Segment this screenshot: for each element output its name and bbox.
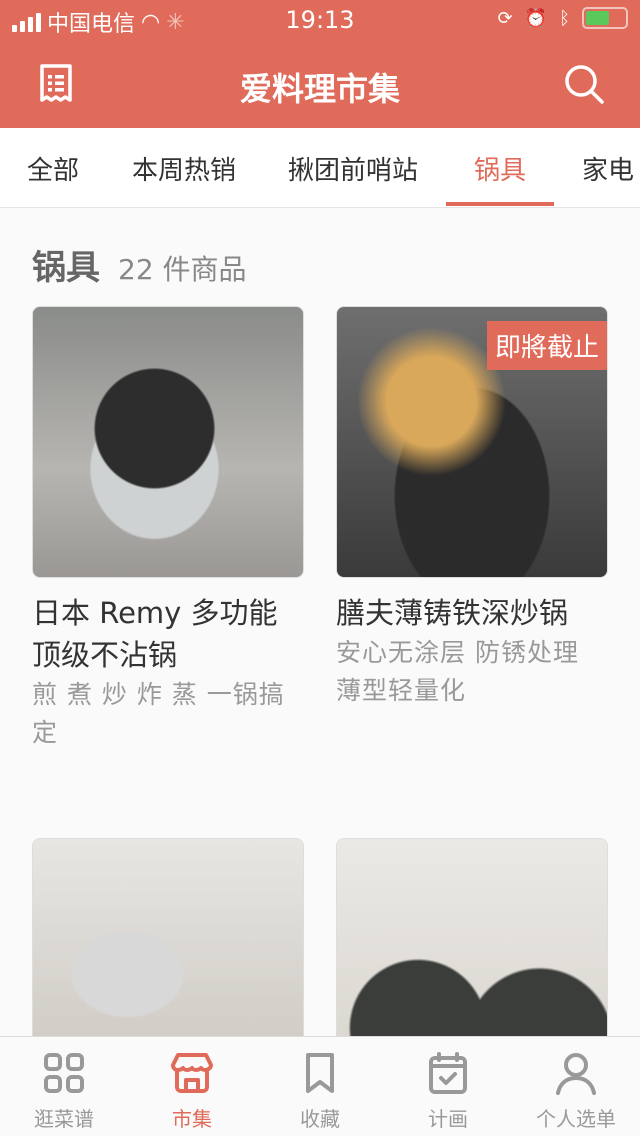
battery-icon [582, 7, 628, 29]
rotation-lock-icon: ⟳ [497, 7, 513, 29]
product-count: 22 件商品 [118, 253, 247, 286]
status-bar: 中国电信 ◠ ✳ 19:13 ⟳ ⏰ ᛒ [0, 0, 640, 40]
product-image: 即將截止 [336, 306, 608, 578]
product-subtitle: 安心无涂层 防锈处理 薄型轻量化 [336, 638, 579, 705]
tab-browse-recipes[interactable]: 逛菜谱 [0, 1037, 128, 1136]
product-card[interactable]: 日本 Remy 多功能顶级不沾锅 煎 煮 炒 炸 蒸 一锅搞定 [32, 306, 304, 752]
alarm-icon: ⏰ [524, 7, 548, 29]
tab-weekly-hot[interactable]: 本周热销 [132, 150, 236, 187]
section-name: 锅具 [32, 248, 100, 288]
person-icon [556, 1053, 596, 1095]
product-title: 日本 Remy 多功能顶级不沾锅 [32, 596, 278, 672]
storefront-icon [171, 1053, 213, 1093]
ending-soon-badge: 即將截止 [486, 321, 607, 370]
tab-plan[interactable]: 计画 [384, 1037, 512, 1136]
tab-label: 计画 [428, 1107, 468, 1131]
calendar-check-icon [429, 1052, 467, 1094]
tab-cookware[interactable]: 锅具 [474, 150, 526, 187]
tab-profile[interactable]: 个人选单 [512, 1037, 640, 1136]
bottom-tab-bar: 逛菜谱 市集 收藏 计画 个人选单 [0, 1036, 640, 1136]
page-title: 爱料理市集 [239, 70, 400, 108]
category-tabs: 全部 本周热销 揪团前哨站 锅具 家电 [0, 128, 640, 208]
product-subtitle: 煎 煮 炒 炸 蒸 一锅搞定 [32, 680, 285, 747]
section-header: 锅具 22 件商品 [32, 240, 247, 289]
active-tab-indicator [446, 202, 554, 206]
bluetooth-icon: ᛒ [559, 7, 570, 29]
search-icon[interactable] [560, 60, 608, 108]
tab-market[interactable]: 市集 [128, 1037, 256, 1136]
tab-label: 逛菜谱 [34, 1107, 94, 1131]
tab-favorites[interactable]: 收藏 [256, 1037, 384, 1136]
product-title: 膳夫薄铸铁深炒锅 [336, 596, 569, 630]
tab-label: 收藏 [300, 1107, 340, 1131]
product-image [32, 306, 304, 578]
app-header: 爱料理市集 [0, 40, 640, 128]
tab-group-buy[interactable]: 揪团前哨站 [288, 150, 418, 187]
tab-label: 个人选单 [536, 1107, 616, 1131]
tab-appliances[interactable]: 家电 [582, 150, 634, 187]
tab-label: 市集 [172, 1107, 212, 1131]
grid-icon [44, 1053, 84, 1093]
bookmark-icon [306, 1053, 334, 1093]
tab-all[interactable]: 全部 [27, 150, 79, 187]
product-card[interactable]: 即將截止 膳夫薄铸铁深炒锅 安心无涂层 防锈处理 薄型轻量化 [336, 306, 608, 710]
